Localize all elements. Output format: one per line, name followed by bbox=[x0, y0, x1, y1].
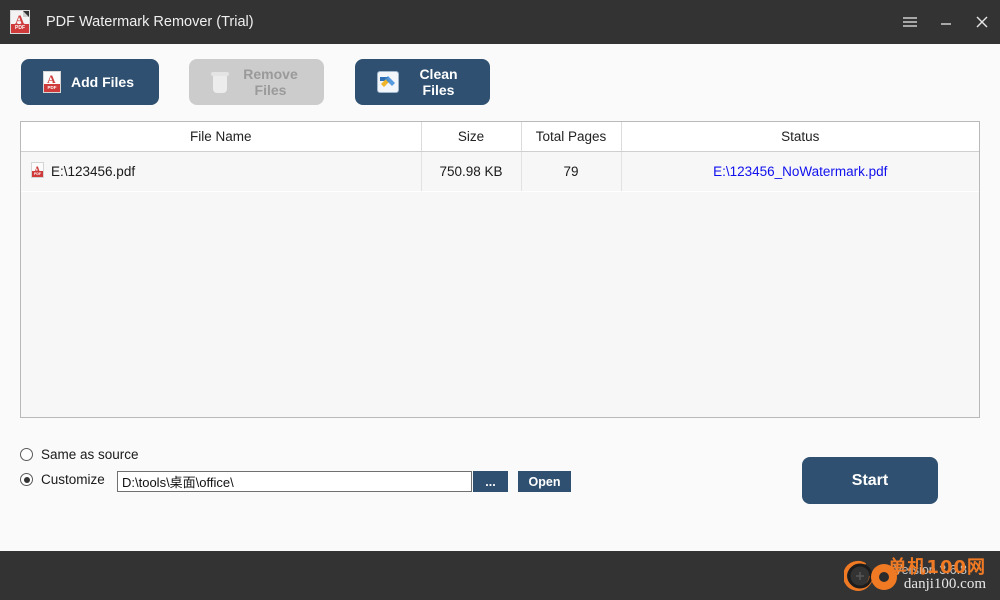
clean-files-label: Clean Files bbox=[419, 66, 458, 98]
pdf-file-icon: A PDF bbox=[43, 71, 61, 93]
version-label: Version 3.6.8 bbox=[894, 563, 967, 577]
start-button[interactable]: Start bbox=[802, 457, 938, 504]
radio-same-as-source[interactable] bbox=[20, 448, 33, 461]
same-as-source-option[interactable]: Same as source bbox=[20, 447, 139, 462]
minimize-icon[interactable] bbox=[928, 0, 964, 44]
remove-files-label: Remove Files bbox=[243, 66, 298, 98]
table-header-row: File Name Size Total Pages Status bbox=[21, 122, 979, 152]
output-path-input[interactable] bbox=[117, 471, 472, 492]
window-controls bbox=[892, 0, 1000, 44]
toolbar: A PDF Add Files Remove Files Clean Files bbox=[0, 44, 1000, 120]
table-row[interactable]: A PDF E:\123456.pdf 750.98 KB 79 E:\1234… bbox=[21, 151, 979, 191]
file-list-empty-area bbox=[21, 192, 979, 417]
status-output-link[interactable]: E:\123456_NoWatermark.pdf bbox=[713, 164, 887, 179]
trash-can-icon bbox=[211, 71, 229, 93]
cell-status: E:\123456_NoWatermark.pdf bbox=[621, 151, 979, 191]
pdf-file-icon: A PDF bbox=[31, 161, 44, 181]
cell-total-pages: 79 bbox=[521, 151, 622, 191]
customize-label: Customize bbox=[41, 472, 105, 487]
footer-bar bbox=[0, 551, 1000, 600]
hamburger-menu-icon[interactable] bbox=[892, 0, 928, 44]
close-icon[interactable] bbox=[964, 0, 1000, 44]
remove-files-button[interactable]: Remove Files bbox=[189, 59, 324, 105]
customize-option[interactable]: Customize bbox=[20, 472, 105, 487]
cell-file-name: A PDF E:\123456.pdf bbox=[21, 151, 422, 191]
file-name-text: E:\123456.pdf bbox=[51, 163, 136, 179]
add-files-label: Add Files bbox=[71, 74, 135, 90]
browse-path-button[interactable]: ... bbox=[473, 471, 508, 492]
column-header-size[interactable]: Size bbox=[421, 122, 522, 152]
cell-size: 750.98 KB bbox=[421, 151, 522, 191]
same-as-source-label: Same as source bbox=[41, 447, 139, 462]
clean-files-button[interactable]: Clean Files bbox=[355, 59, 490, 105]
file-list-table: File Name Size Total Pages Status A PDF bbox=[21, 122, 979, 191]
column-header-total-pages[interactable]: Total Pages bbox=[521, 122, 622, 152]
window-title: PDF Watermark Remover (Trial) bbox=[46, 14, 254, 30]
add-files-button[interactable]: A PDF Add Files bbox=[21, 59, 159, 105]
column-header-file-name[interactable]: File Name bbox=[21, 122, 422, 152]
open-folder-button[interactable]: Open bbox=[518, 471, 571, 492]
file-list-panel[interactable]: File Name Size Total Pages Status A PDF bbox=[20, 121, 980, 418]
column-header-status[interactable]: Status bbox=[621, 122, 979, 152]
app-pdf-icon: A bbox=[10, 10, 32, 34]
radio-customize[interactable] bbox=[20, 473, 33, 486]
clean-brush-icon bbox=[377, 71, 399, 93]
title-bar: A PDF Watermark Remover (Trial) bbox=[0, 0, 1000, 44]
